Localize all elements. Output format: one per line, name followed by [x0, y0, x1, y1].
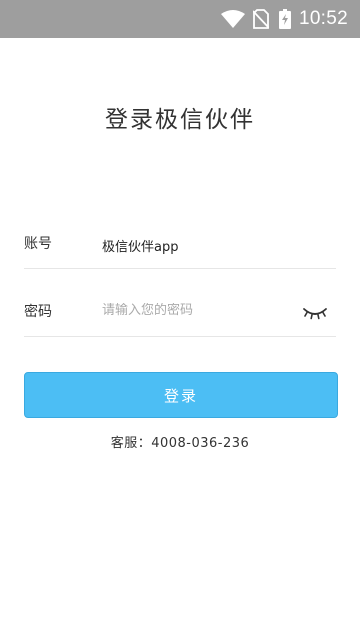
account-label: 账号 [24, 236, 52, 252]
login-button[interactable]: 登录 [24, 372, 338, 418]
page-title: 登录极信伙伴 [105, 107, 255, 133]
account-row: 账号 极信伙伴app [24, 220, 336, 269]
password-row: 密码 [24, 288, 336, 337]
customer-service-text: 客服：4008-036-236 [110, 436, 250, 451]
no-sim-icon [252, 9, 269, 29]
status-time: 10:52 [298, 8, 348, 29]
wifi-icon [220, 10, 245, 28]
battery-charging-icon [278, 9, 291, 29]
account-field[interactable]: 极信伙伴app [102, 236, 178, 255]
eye-closed-icon[interactable] [302, 306, 328, 322]
password-field[interactable] [102, 303, 292, 318]
password-label: 密码 [24, 304, 52, 320]
status-bar: 10:52 [0, 0, 360, 38]
